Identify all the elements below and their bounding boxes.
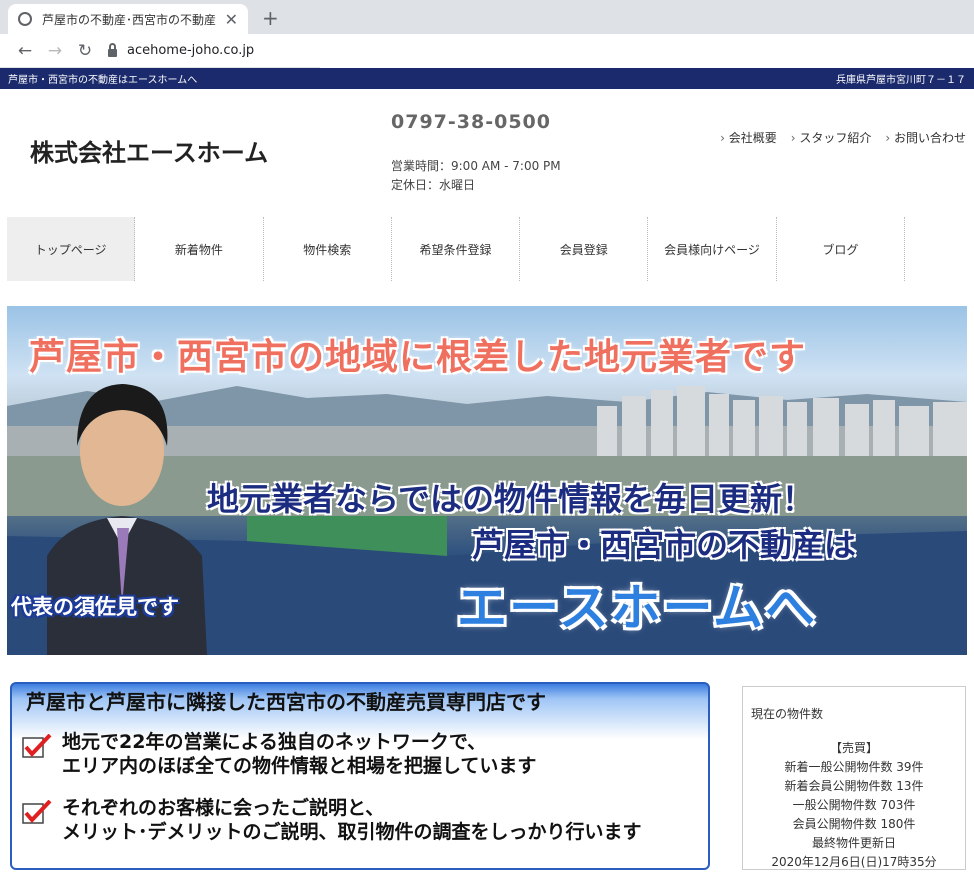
- feature-point-2: それぞれのお客様に会ったご説明と、 メリット･デメリットのご説明、取引物件の調査…: [22, 796, 642, 844]
- feature-point-1-line-a: 地元で22年の営業による独自のネットワークで、: [62, 731, 487, 753]
- link-contact[interactable]: お問い合わせ: [885, 129, 966, 146]
- global-nav: トップページ 新着物件 物件検索 希望条件登録 会員登録 会員様向けページ ブロ…: [7, 217, 905, 281]
- count-new-public: 新着一般公開物件数 39件: [784, 760, 924, 774]
- feature-point-2-line-a: それぞれのお客様に会ったご説明と、: [62, 797, 385, 819]
- count-new-member: 新着会員公開物件数 13件: [784, 779, 924, 793]
- new-tab-icon[interactable]: +: [262, 6, 279, 30]
- last-update-date: 2020年12月6日(日)17時35分: [771, 855, 937, 869]
- phone-number: 0797-38-0500: [391, 111, 551, 133]
- banner-line-2: 芦屋市・西宮市の不動産は: [472, 526, 857, 564]
- hero-banner[interactable]: 芦屋市・西宮市の地域に根差した地元業者です 地元業者ならではの物件情報を毎日更新…: [7, 306, 967, 655]
- banner-line-1: 地元業者ならではの物件情報を毎日更新！: [207, 480, 815, 518]
- checkbox-check-icon: [22, 734, 52, 758]
- company-logo[interactable]: 株式会社エースホーム: [30, 133, 268, 168]
- count-public: 一般公開物件数 703件: [792, 798, 916, 812]
- feature-point-1-line-b: エリア内のほぼ全ての物件情報と相場を把握しています: [62, 755, 537, 777]
- close-tab-icon[interactable]: ✕: [225, 10, 238, 29]
- url-text: acehome-joho.co.jp: [127, 43, 255, 58]
- nav-member-page[interactable]: 会員様向けページ: [648, 217, 777, 281]
- link-staff[interactable]: スタッフ紹介: [791, 129, 871, 146]
- checkbox-check-icon: [22, 800, 52, 824]
- back-icon[interactable]: ←: [10, 41, 40, 61]
- browser-tabstrip: 芦屋市の不動産･西宮市の不動産 ✕ +: [0, 0, 974, 34]
- link-company-profile[interactable]: 会社概要: [720, 129, 777, 146]
- banner-headline: 芦屋市・西宮市の地域に根差した地元業者です: [29, 337, 807, 378]
- nav-member-register[interactable]: 会員登録: [520, 217, 649, 281]
- business-hours: 営業時間：9:00 AM - 7:00 PM 定休日：水曜日: [391, 157, 561, 195]
- nav-blog[interactable]: ブログ: [777, 217, 905, 281]
- listing-count-box: 現在の物件数 【売買】 新着一般公開物件数 39件 新着会員公開物件数 13件 …: [742, 686, 966, 870]
- feature-point-1: 地元で22年の営業による独自のネットワークで、 エリア内のほぼ全ての物件情報と相…: [22, 730, 536, 778]
- lock-icon: [108, 42, 117, 57]
- site-header: 株式会社エースホーム 0797-38-0500 営業時間：9:00 AM - 7…: [0, 89, 974, 217]
- nav-search[interactable]: 物件検索: [264, 217, 392, 281]
- site-topbar: 芦屋市・西宮市の不動産はエースホームへ 兵庫県芦屋市宮川町７－１７: [0, 68, 974, 89]
- feature-point-2-line-b: メリット･デメリットのご説明、取引物件の調査をしっかり行います: [62, 821, 642, 843]
- listing-count-body: 【売買】 新着一般公開物件数 39件 新着会員公開物件数 13件 一般公開物件数…: [743, 739, 965, 872]
- sale-section-label: 【売買】: [829, 741, 878, 755]
- banner-representative: 代表の須佐見です: [11, 595, 179, 619]
- nav-new-listings[interactable]: 新着物件: [135, 217, 264, 281]
- topbar-tagline: 芦屋市・西宮市の不動産はエースホームへ: [8, 75, 198, 86]
- listing-count-title: 現在の物件数: [751, 707, 824, 721]
- tab-title: 芦屋市の不動産･西宮市の不動産: [42, 12, 217, 27]
- banner-brand: エースホームへ: [457, 579, 817, 637]
- header-links: 会社概要 スタッフ紹介 お問い合わせ: [720, 129, 966, 146]
- reload-icon[interactable]: ↻: [70, 41, 100, 61]
- browser-tab[interactable]: 芦屋市の不動産･西宮市の不動産 ✕: [8, 4, 248, 34]
- nav-wish-register[interactable]: 希望条件登録: [392, 217, 521, 281]
- browser-toolbar: ← → ↻ acehome-joho.co.jp: [0, 34, 320, 68]
- feature-box: 芦屋市と芦屋市に隣接した西宮市の不動産売買専門店です 地元で22年の営業による独…: [10, 682, 710, 870]
- address-bar[interactable]: acehome-joho.co.jp: [108, 42, 255, 58]
- forward-icon[interactable]: →: [40, 41, 70, 61]
- topbar-address: 兵庫県芦屋市宮川町７－１７: [836, 75, 966, 86]
- hours-text: 営業時間：9:00 AM - 7:00 PM: [391, 159, 561, 173]
- count-member: 会員公開物件数 180件: [792, 817, 916, 831]
- nav-top[interactable]: トップページ: [7, 217, 136, 281]
- globe-icon: [18, 12, 32, 26]
- feature-title: 芦屋市と芦屋市に隣接した西宮市の不動産売買専門店です: [26, 690, 546, 714]
- holiday-text: 定休日：水曜日: [391, 178, 476, 192]
- last-update-label: 最終物件更新日: [811, 836, 896, 850]
